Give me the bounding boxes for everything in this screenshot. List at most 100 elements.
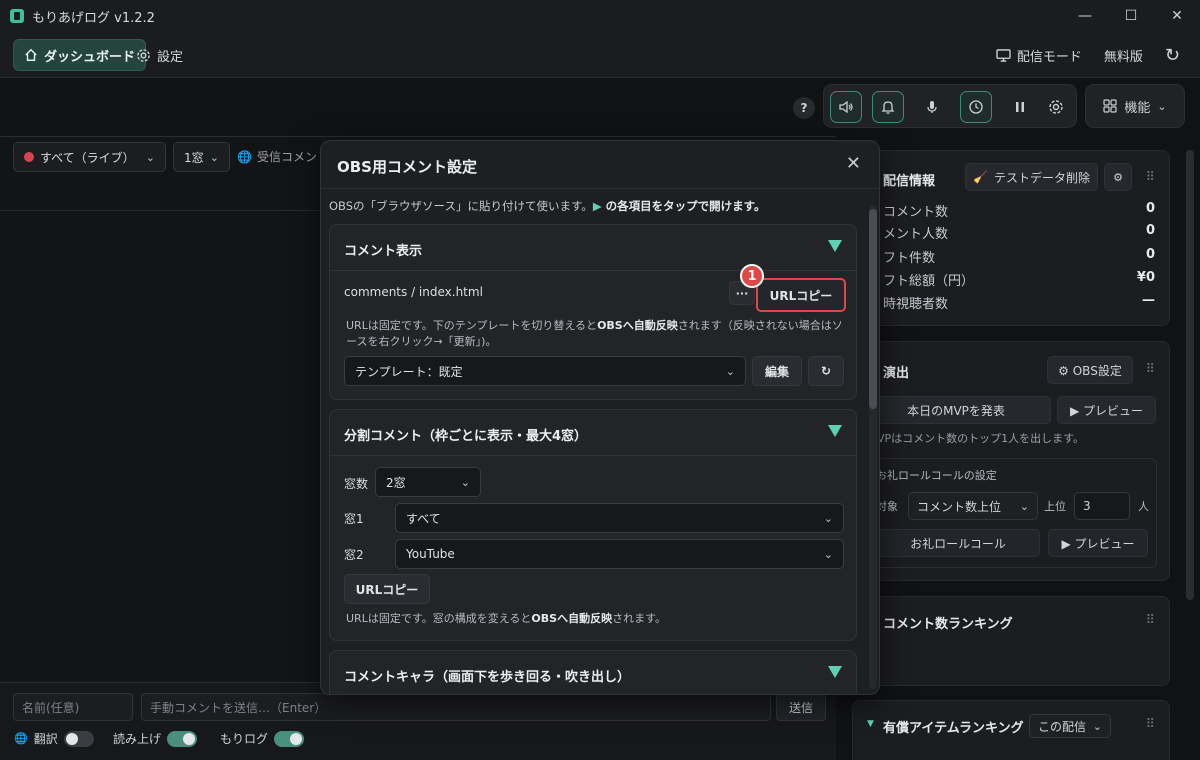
reload-icon[interactable]: ↻	[1165, 45, 1180, 66]
edit-template-button[interactable]: 編集	[752, 356, 802, 386]
features-label: 機能	[1124, 100, 1151, 116]
nav-settings-label: 設定	[157, 49, 184, 65]
obs-comment-settings-modal: OBS用コメント設定 ✕ OBSの「ブラウザソース」に貼り付けて使います。▶ の…	[320, 140, 880, 695]
bell-toggle[interactable]	[872, 91, 904, 123]
step-badge: 1	[740, 264, 764, 288]
overlay-path: comments / index.html	[344, 285, 483, 299]
speaker-icon	[839, 100, 853, 114]
drag-handle-icon[interactable]: ⠿	[1145, 170, 1155, 185]
stat-label: コメント数	[883, 205, 949, 220]
gear-icon	[137, 48, 150, 62]
announce-mvp-button[interactable]: 本日のMVPを発表	[861, 396, 1051, 424]
nav-right-group: 配信モード 無料版 ↻	[996, 39, 1180, 71]
top-count-value: 3	[1083, 499, 1091, 513]
effects-card: 演出 ⚙ OBS設定 ⠿ 本日のMVPを発表 ▶ プレビュー VPはコメント数の…	[852, 341, 1170, 581]
morilog-toggle[interactable]	[274, 730, 305, 747]
clock-icon	[969, 100, 983, 114]
target-select[interactable]: コメント数上位 ⌄	[908, 492, 1038, 520]
live-dot-icon	[24, 152, 34, 162]
comment-display-title: コメント表示	[344, 244, 423, 259]
read-aloud-label: 読み上げ	[113, 732, 162, 746]
comment-display-header[interactable]: コメント表示	[330, 225, 856, 271]
play-icon: ▶	[592, 199, 602, 213]
nav-dashboard-label: ダッシュボード	[44, 49, 136, 65]
minimize-button[interactable]: —	[1062, 0, 1108, 32]
stream-mode-button[interactable]: 配信モード	[996, 46, 1082, 65]
chevron-down-icon: ⌄	[823, 511, 833, 525]
comment-display-section: コメント表示 comments / index.html ··· URLコピー …	[329, 224, 857, 400]
pause-icon	[1016, 102, 1024, 112]
comment-character-section: コメントキャラ（画面下を歩き回る・吹き出し）	[329, 650, 857, 694]
chevron-down-icon: ⌄	[460, 475, 470, 489]
split-count-select[interactable]: 2窓 ⌄	[375, 467, 481, 497]
split-note: URLは固定です。窓の構成を変えるとOBSへ自動反映されます。	[346, 611, 846, 627]
maximize-button[interactable]: ☐	[1108, 0, 1154, 32]
stat-label: メント人数	[883, 227, 949, 242]
top-count-input[interactable]: 3	[1074, 492, 1130, 520]
window2-select[interactable]: YouTube ⌄	[395, 539, 844, 569]
roll-call-title: お礼ロールコールの設定	[876, 469, 997, 482]
translate-toggle[interactable]	[63, 730, 94, 747]
paid-scope-select[interactable]: この配信 ⌄	[1029, 714, 1111, 738]
template-note-b: OBSへ自動反映	[597, 319, 678, 332]
mvp-preview-button[interactable]: ▶ プレビュー	[1057, 396, 1156, 424]
features-menu-button[interactable]: 機能 ⌄	[1085, 84, 1185, 128]
template-select[interactable]: テンプレート：既定 ⌄	[344, 356, 746, 386]
split-comment-section: 分割コメント（枠ごとに表示・最大4窓） 窓数 2窓 ⌄ 窓1 すべて ⌄ 窓2 …	[329, 409, 857, 641]
window2-value: YouTube	[406, 547, 455, 561]
top-nav: ダッシュボード 設定 配信モード 無料版 ↻	[0, 32, 1200, 78]
split-count-value: 2窓	[386, 475, 406, 490]
pause-button[interactable]	[1004, 91, 1036, 123]
source-filter-select[interactable]: すべて（ライブ） ⌄	[13, 142, 166, 172]
send-button[interactable]: 送信	[776, 693, 826, 721]
right-panel-scrollbar[interactable]	[1186, 150, 1194, 600]
window-count-value: 1窓	[184, 150, 204, 165]
mic-toggle[interactable]	[916, 91, 948, 123]
stream-info-settings-button[interactable]: ⚙	[1104, 163, 1132, 191]
window-count-select[interactable]: 1窓 ⌄	[173, 142, 230, 172]
manual-comment-input[interactable]: 手動コメントを送信…（Enter）	[141, 693, 771, 721]
roll-call-button[interactable]: お礼ロールコール	[876, 529, 1040, 557]
window-controls: — ☐ ✕	[1062, 0, 1200, 32]
roll-call-preview-button[interactable]: ▶ プレビュー	[1048, 529, 1148, 557]
timer-toggle[interactable]	[960, 91, 992, 123]
drag-handle-icon[interactable]: ⠿	[1145, 362, 1155, 377]
top-label: 上位	[1044, 500, 1066, 513]
monitor-icon	[996, 48, 1011, 62]
comment-character-header[interactable]: コメントキャラ（画面下を歩き回る・吹き出し）	[330, 651, 856, 694]
help-button[interactable]: ?	[793, 97, 815, 119]
refresh-template-button[interactable]: ↻	[808, 356, 844, 386]
comment-character-title: コメントキャラ（画面下を歩き回る・吹き出し）	[344, 670, 631, 685]
read-aloud-toggle[interactable]	[167, 730, 198, 747]
template-value: テンプレート：既定	[355, 364, 463, 379]
toolbar-settings-button[interactable]	[1040, 91, 1072, 123]
modal-header: OBS用コメント設定 ✕	[321, 141, 879, 189]
drag-handle-icon[interactable]: ⠿	[1145, 613, 1155, 628]
free-plan-label[interactable]: 無料版	[1104, 46, 1143, 65]
split-url-copy-button[interactable]: URLコピー	[344, 574, 430, 604]
source-filter-value: すべて（ライブ）	[40, 150, 135, 165]
home-icon	[25, 48, 37, 61]
split-comment-header[interactable]: 分割コメント（枠ごとに表示・最大4窓）	[330, 410, 856, 456]
window1-select[interactable]: すべて ⌄	[395, 503, 844, 533]
split-comment-title: 分割コメント（枠ごとに表示・最大4窓）	[344, 429, 588, 444]
modal-scrollbar[interactable]	[869, 205, 877, 689]
title-bar: もりあげログ v1.2.2 — ☐ ✕	[0, 0, 1200, 32]
split-note-a: URLは固定です。窓の構成を変えると	[346, 612, 532, 625]
translate-toggle-row: 🌐 翻訳	[14, 730, 94, 747]
close-icon[interactable]: ✕	[846, 153, 861, 174]
obs-settings-button[interactable]: ⚙ OBS設定	[1047, 356, 1133, 384]
speaker-toggle[interactable]	[830, 91, 862, 123]
drag-handle-icon[interactable]: ⠿	[1145, 717, 1155, 732]
window2-label: 窓2	[344, 548, 364, 562]
roll-call-box: お礼ロールコールの設定 対象 コメント数上位 ⌄ 上位 3 人 お礼ロールコール…	[861, 458, 1157, 568]
comment-ranking-title: コメント数ランキング	[883, 617, 1013, 632]
nav-settings[interactable]: 設定	[136, 39, 183, 71]
close-window-button[interactable]: ✕	[1154, 0, 1200, 32]
clear-test-data-label: テストデータ削除	[993, 170, 1090, 185]
nav-dashboard[interactable]: ダッシュボード	[13, 39, 147, 71]
collapse-arrow-icon[interactable]: ▼	[867, 719, 874, 729]
url-copy-button[interactable]: URLコピー	[756, 278, 846, 312]
clear-test-data-button[interactable]: 🧹 テストデータ削除	[965, 163, 1098, 191]
name-input[interactable]: 名前(任意)	[13, 693, 133, 721]
